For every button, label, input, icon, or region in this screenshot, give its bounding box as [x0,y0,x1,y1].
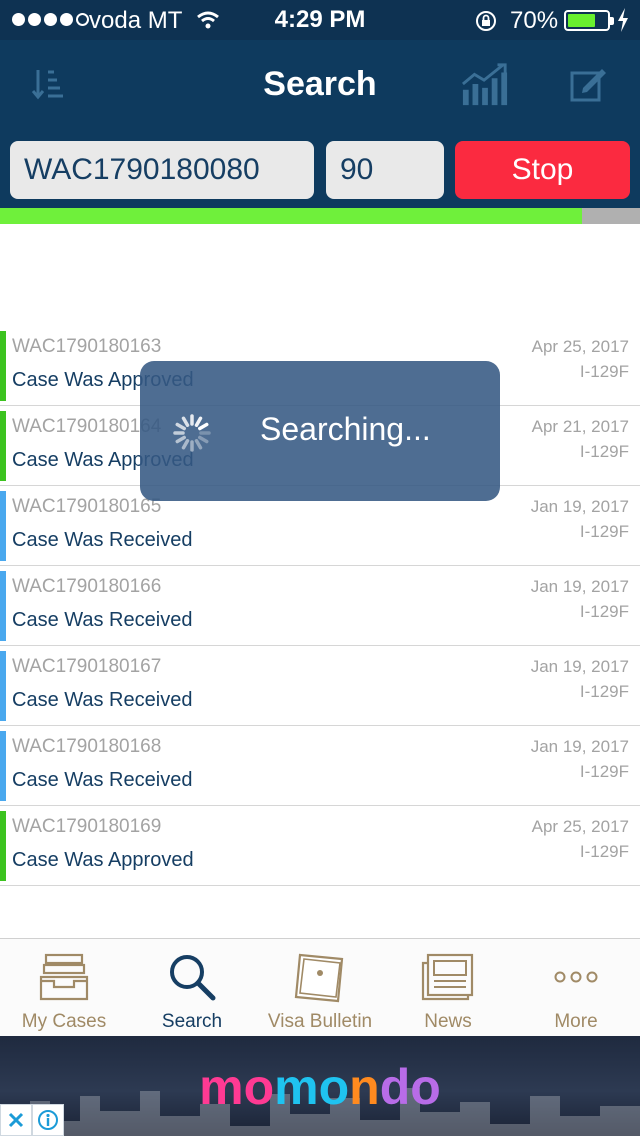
hud-message: Searching... [260,411,431,447]
receipt-number: WAC1790180168 [12,736,162,757]
status-color-bar [0,571,6,641]
form-type: I-129F [579,602,629,621]
form-type: I-129F [579,842,629,861]
tab-label: Search [161,1011,223,1032]
receipt-number: WAC1790180165 [12,496,162,517]
stop-button[interactable]: Stop [455,141,630,199]
receipt-number: WAC1790180166 [12,576,162,597]
status-color-bar [0,811,6,881]
battery-icon [564,10,614,31]
case-row[interactable]: WAC1790180169 Case Was Approved Apr 25, 20… [0,806,640,886]
tab-label: News [424,1011,472,1032]
case-date: Jan 19, 2017 [530,657,629,676]
count-input[interactable]: 90 [326,141,444,199]
page-title: Search [263,65,377,103]
tab-news[interactable]: News [384,939,512,1037]
search-bar: WAC1790180080 90 Stop [0,128,640,208]
case-row[interactable]: WAC1790180167 Case Was Received Jan 19, 20… [0,646,640,726]
receipt-number: WAC1790180164 [12,416,162,437]
case-status: Case Was Received [12,609,193,631]
tab-label: My Cases [21,1011,107,1032]
case-date: Apr 25, 2017 [531,337,629,356]
close-ad-icon[interactable] [0,1104,32,1136]
case-date: Apr 25, 2017 [531,817,629,836]
status-color-bar [0,731,6,801]
receipt-number: WAC1790180167 [12,656,162,677]
status-color-bar [0,411,6,481]
case-date: Jan 19, 2017 [530,577,629,596]
receipt-number-input[interactable]: WAC1790180080 [10,141,314,199]
form-type: I-129F [579,522,629,541]
receipt-number: WAC1790180169 [12,816,162,837]
more-dots-icon [512,949,640,1005]
tab-search[interactable]: Search [128,939,256,1037]
progress-bar [0,208,640,224]
tab-label: Visa Bulletin [267,1011,373,1032]
battery-percent: 70% [510,7,559,34]
ad-info-icon[interactable] [32,1104,64,1136]
inbox-tray-icon [0,949,128,1005]
tab-label: More [554,1011,598,1032]
case-row[interactable]: WAC1790180166 Case Was Received Jan 19, 20… [0,566,640,646]
spinner-icon [172,413,212,458]
momondo-logo: momondo [199,1059,441,1115]
searching-hud: Searching... [140,361,500,501]
case-status: Case Was Approved [12,849,194,871]
form-type: I-129F [579,362,629,381]
row-divider [0,885,640,886]
case-date: Jan 19, 2017 [530,497,629,516]
form-type: I-129F [579,762,629,781]
charging-bolt-icon [616,8,630,37]
tab-my-cases[interactable]: My Cases [0,939,128,1037]
case-status: Case Was Received [12,529,193,551]
status-color-bar [0,491,6,561]
rotation-lock-icon [474,9,498,38]
tab-bar: My Cases Search Visa Bulletin News More [0,938,640,1036]
case-row[interactable]: WAC1790180168 Case Was Received Jan 19, 20… [0,726,640,806]
status-color-bar [0,331,6,401]
tab-more[interactable]: More [512,939,640,1037]
form-type: I-129F [579,682,629,701]
navigation-bar: Search [0,40,640,128]
case-date: Apr 21, 2017 [531,417,629,436]
pinned-note-icon [256,949,384,1005]
newspaper-icon [384,949,512,1005]
ad-banner[interactable]: momondo [0,1036,640,1136]
case-date: Jan 19, 2017 [530,737,629,756]
tab-visa-bulletin[interactable]: Visa Bulletin [256,939,384,1037]
status-bar: voda MT 4:29 PM 70% [0,0,640,40]
chart-icon[interactable] [461,60,509,108]
ad-controls [0,1104,64,1136]
case-status: Case Was Received [12,769,193,791]
progress-fill [0,208,583,224]
receipt-number: WAC1790180163 [12,336,162,357]
form-type: I-129F [579,442,629,461]
list-top-blank [0,224,640,326]
case-status: Case Was Received [12,689,193,711]
search-icon [128,949,256,1005]
edit-icon[interactable] [565,60,613,108]
status-color-bar [0,651,6,721]
